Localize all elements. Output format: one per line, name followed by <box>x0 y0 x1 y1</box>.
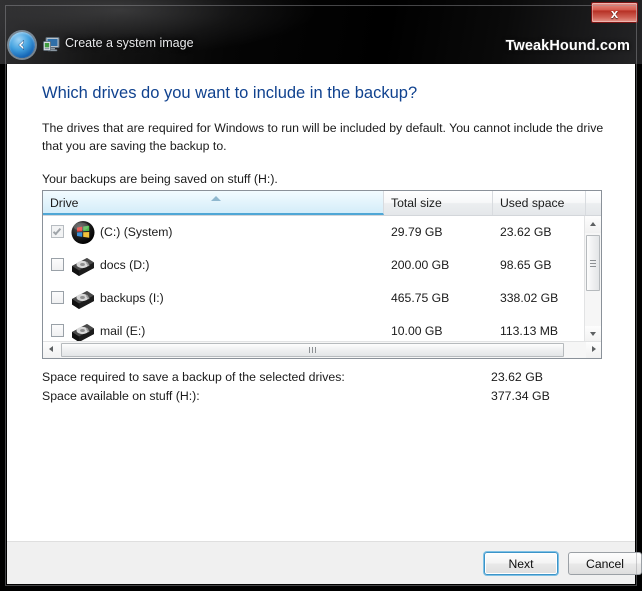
column-header-total-size-label: Total size <box>391 196 442 210</box>
computer-image-icon <box>43 36 61 53</box>
backup-destination-text: Your backups are being saved on stuff (H… <box>42 172 278 186</box>
drive-list-vertical-scrollbar[interactable] <box>584 216 601 343</box>
sort-ascending-icon <box>211 196 221 201</box>
table-row[interactable]: mail (E:) 10.00 GB 113.13 MB <box>43 315 586 343</box>
drive-used-space: 98.65 GB <box>500 258 552 272</box>
column-header-drive-label: Drive <box>50 196 79 210</box>
chevron-up-icon <box>590 222 596 226</box>
windows-logo-drive-icon <box>70 220 96 245</box>
hard-drive-icon <box>70 286 96 311</box>
create-system-image-window: x Create a system image TweakHound.com W… <box>0 0 642 591</box>
hard-drive-icon <box>70 319 96 343</box>
table-row[interactable]: (C:) (System) 29.79 GB 23.62 GB <box>43 216 586 249</box>
column-header-total-size[interactable]: Total size <box>384 191 493 215</box>
chevron-down-icon <box>590 332 596 336</box>
drive-list: Drive Total size Used space (C:) (System… <box>42 190 602 359</box>
drive-name: mail (E:) <box>100 324 146 338</box>
drive-total-size: 10.00 GB <box>391 324 443 338</box>
close-button[interactable]: x <box>591 2 638 23</box>
drive-list-horizontal-scrollbar[interactable] <box>43 341 601 358</box>
back-arrow-icon[interactable] <box>9 32 35 58</box>
scroll-right-icon[interactable] <box>586 342 601 358</box>
drive-total-size: 29.79 GB <box>391 225 443 239</box>
wizard-content: Which drives do you want to include in t… <box>7 64 635 541</box>
drive-total-size: 200.00 GB <box>391 258 450 272</box>
hard-drive-icon <box>70 253 96 278</box>
page-title: Which drives do you want to include in t… <box>42 84 418 102</box>
window-title: Create a system image <box>65 36 194 50</box>
drive-used-space: 338.02 GB <box>500 291 559 305</box>
horizontal-scrollbar-thumb[interactable] <box>61 343 564 357</box>
drive-used-space: 113.13 MB <box>500 324 559 338</box>
scroll-left-icon[interactable] <box>43 342 60 358</box>
space-required-label: Space required to save a backup of the s… <box>42 370 345 384</box>
watermark: TweakHound.com <box>505 38 630 54</box>
window-titlebar: x Create a system image TweakHound.com <box>0 0 642 64</box>
column-header-used-space-label: Used space <box>500 196 565 210</box>
scrollbar-grip-icon <box>309 347 310 353</box>
drive-name: backups (I:) <box>100 291 164 305</box>
scroll-up-icon[interactable] <box>585 216 601 233</box>
chevron-left-icon <box>49 346 53 352</box>
page-description: The drives that are required for Windows… <box>42 121 604 153</box>
drive-list-header: Drive Total size Used space <box>43 191 601 216</box>
drive-used-space: 23.62 GB <box>500 225 552 239</box>
drive-name: (C:) (System) <box>100 225 173 239</box>
column-header-used-space[interactable]: Used space <box>493 191 586 215</box>
column-header-filler <box>586 191 601 215</box>
next-button[interactable]: Next <box>484 552 558 575</box>
chevron-right-icon <box>592 346 596 352</box>
column-header-drive[interactable]: Drive <box>43 191 384 215</box>
drive-checkbox[interactable] <box>51 291 64 304</box>
space-available-value: 377.34 GB <box>491 389 550 403</box>
drive-checkbox[interactable] <box>51 324 64 337</box>
vertical-scrollbar-thumb[interactable] <box>586 235 600 291</box>
space-required-value: 23.62 GB <box>491 370 543 384</box>
table-row[interactable]: docs (D:) 200.00 GB 98.65 GB <box>43 249 586 282</box>
drive-checkbox[interactable] <box>51 225 64 238</box>
space-available-label: Space available on stuff (H:): <box>42 389 200 403</box>
drive-total-size: 465.75 GB <box>391 291 450 305</box>
scrollbar-grip-icon <box>590 260 596 261</box>
drive-name: docs (D:) <box>100 258 150 272</box>
cancel-button[interactable]: Cancel <box>568 552 642 575</box>
table-row[interactable]: backups (I:) 465.75 GB 338.02 GB <box>43 282 586 315</box>
drive-checkbox[interactable] <box>51 258 64 271</box>
drive-list-rows: (C:) (System) 29.79 GB 23.62 GB docs (D:… <box>43 216 586 343</box>
dialog-footer: Next Cancel <box>7 541 642 584</box>
